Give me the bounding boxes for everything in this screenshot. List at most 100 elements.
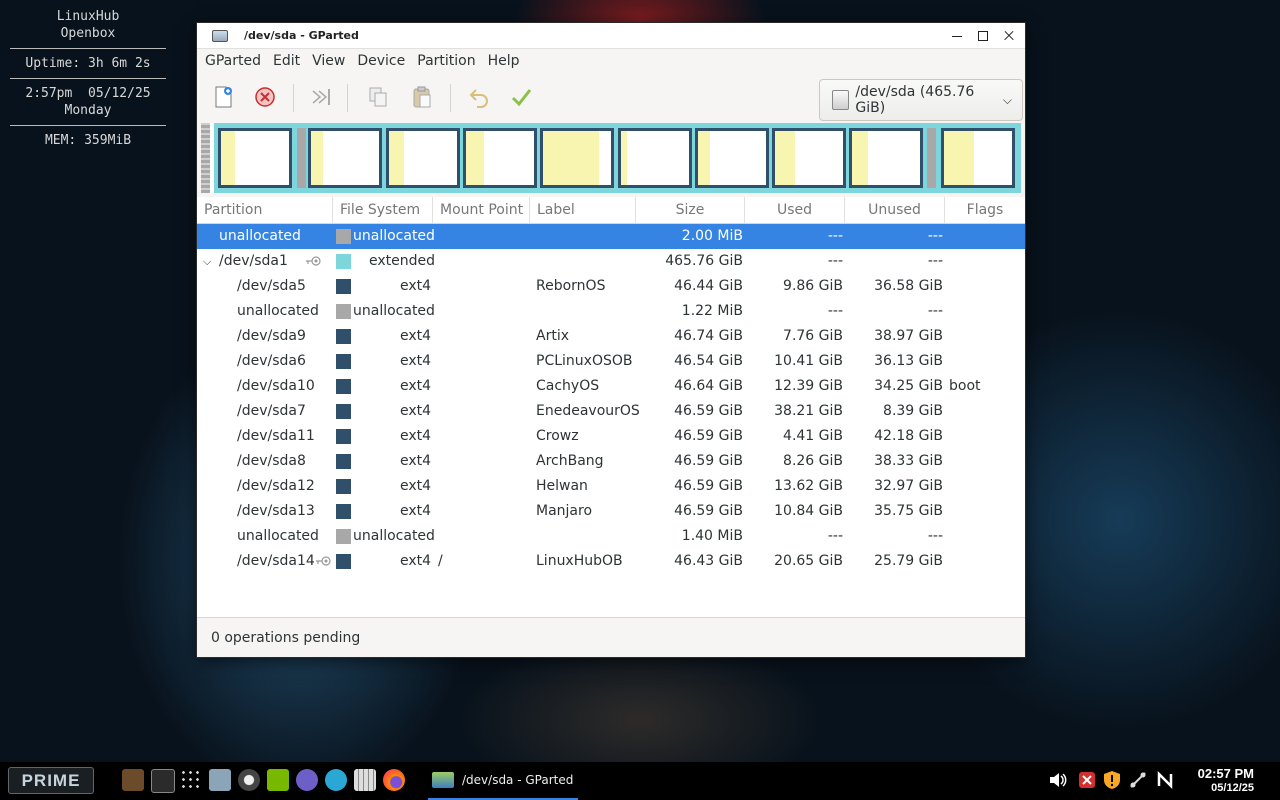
- map-unallocated[interactable]: [297, 128, 306, 188]
- col-mount-point[interactable]: Mount Point: [433, 197, 530, 223]
- map-partition[interactable]: [772, 128, 846, 188]
- disk-partition-map[interactable]: [201, 123, 1021, 193]
- delete-partition-button[interactable]: [249, 81, 281, 113]
- map-unallocated[interactable]: [201, 123, 210, 193]
- browser-icon[interactable]: [325, 769, 347, 791]
- resize-move-icon: [312, 89, 330, 105]
- table-row[interactable]: /dev/sda12 ext4 Helwan 46.59 GiB 13.62 GiB 32…: [197, 474, 1025, 499]
- expander-chevron-icon[interactable]: ⌵: [203, 249, 211, 274]
- col-size[interactable]: Size: [636, 197, 745, 223]
- map-used-fill: [944, 131, 974, 185]
- cell-used: ---: [827, 253, 843, 269]
- col-file-system[interactable]: File System: [333, 197, 433, 223]
- start-menu-button[interactable]: PRIME: [8, 767, 94, 794]
- title-bar[interactable]: /dev/sda - GParted: [197, 23, 1025, 49]
- col-label[interactable]: Label: [530, 197, 636, 223]
- menu-edit[interactable]: Edit: [267, 49, 306, 74]
- menu-view[interactable]: View: [306, 49, 351, 74]
- app-grid-icon[interactable]: [180, 769, 202, 791]
- paste-button[interactable]: [406, 81, 438, 113]
- table-row[interactable]: ⌵ /dev/sda1 extended 465.76 GiB --- ---: [197, 249, 1025, 274]
- table-row[interactable]: /dev/sda13 ext4 Manjaro 46.59 GiB 10.84 GiB 3…: [197, 499, 1025, 524]
- cell-used: 8.26 GiB: [783, 453, 843, 469]
- cell-unused: 42.18 GiB: [874, 428, 943, 444]
- nvidia-icon[interactable]: [267, 769, 289, 791]
- cell-label: Crowz: [536, 428, 579, 444]
- cell-used: 20.65 GiB: [774, 553, 843, 569]
- copy-button[interactable]: [362, 81, 394, 113]
- table-row[interactable]: /dev/sda14 ext4 / LinuxHubOB 46.43 GiB 20.65 …: [197, 549, 1025, 574]
- maximize-icon[interactable]: [977, 30, 989, 42]
- map-partition[interactable]: [849, 128, 923, 188]
- resize-move-button[interactable]: [305, 81, 337, 113]
- cell-partition: /dev/sda11: [237, 428, 315, 444]
- status-bar: 0 operations pending: [197, 617, 1025, 657]
- cell-used: 38.21 GiB: [774, 403, 843, 419]
- menu-partition[interactable]: Partition: [411, 49, 481, 74]
- table-row[interactable]: /dev/sda10 ext4 CachyOS 46.64 GiB 12.39 GiB 3…: [197, 374, 1025, 399]
- map-partition[interactable]: [218, 128, 292, 188]
- terminal-icon[interactable]: [151, 769, 175, 793]
- table-row[interactable]: /dev/sda9 ext4 Artix 46.74 GiB 7.76 GiB 38.97…: [197, 324, 1025, 349]
- col-used[interactable]: Used: [745, 197, 845, 223]
- map-partition[interactable]: [941, 128, 1015, 188]
- network-icon[interactable]: [1128, 770, 1148, 790]
- col-partition[interactable]: Partition: [197, 197, 333, 223]
- cell-used: 7.76 GiB: [783, 328, 843, 344]
- col-flags[interactable]: Flags: [945, 197, 1025, 223]
- close-icon[interactable]: [1003, 30, 1015, 42]
- map-partition[interactable]: [386, 128, 460, 188]
- cell-size: 46.59 GiB: [674, 403, 743, 419]
- fs-color-swatch: [336, 229, 351, 244]
- map-partition[interactable]: [308, 128, 382, 188]
- table-row[interactable]: unallocated unallocated 1.40 MiB --- ---: [197, 524, 1025, 549]
- cell-used: 10.84 GiB: [774, 503, 843, 519]
- close-red-icon[interactable]: [1077, 770, 1097, 790]
- file-manager-icon[interactable]: [209, 769, 231, 791]
- table-row[interactable]: unallocated unallocated 2.00 MiB --- ---: [197, 224, 1025, 249]
- menu-help[interactable]: Help: [482, 49, 526, 74]
- cell-size: 1.22 MiB: [681, 303, 743, 319]
- device-selector[interactable]: /dev/sda (465.76 GiB) ⌵: [819, 79, 1023, 121]
- calculator-icon[interactable]: [354, 769, 376, 791]
- table-row[interactable]: /dev/sda8 ext4 ArchBang 46.59 GiB 8.26 GiB 38…: [197, 449, 1025, 474]
- undo-button[interactable]: [463, 81, 495, 113]
- taskbar-clock[interactable]: 02:57 PM 05/12/25: [1198, 766, 1254, 795]
- map-used-fill: [852, 131, 868, 185]
- disk-utility-icon[interactable]: [238, 769, 260, 791]
- minimize-icon[interactable]: [951, 30, 963, 42]
- conky-hostname: LinuxHub: [56, 9, 120, 24]
- new-partition-button[interactable]: [207, 81, 239, 113]
- system-monitor-icon[interactable]: [122, 769, 144, 791]
- cell-size: 1.40 MiB: [681, 528, 743, 544]
- col-unused[interactable]: Unused: [845, 197, 945, 223]
- cell-partition: /dev/sda6: [237, 353, 306, 369]
- cell-file-system: ext4: [400, 503, 432, 519]
- conky-divider: [10, 78, 166, 79]
- map-partition[interactable]: [618, 128, 692, 188]
- n-icon[interactable]: [1155, 770, 1175, 790]
- map-partition[interactable]: [540, 128, 614, 188]
- menu-device[interactable]: Device: [351, 49, 411, 74]
- map-partition[interactable]: [463, 128, 537, 188]
- map-extended-partition[interactable]: [214, 123, 1021, 193]
- menu-gparted[interactable]: GParted: [199, 49, 267, 74]
- table-row[interactable]: /dev/sda11 ext4 Crowz 46.59 GiB 4.41 GiB 42.1…: [197, 424, 1025, 449]
- table-row[interactable]: /dev/sda7 ext4 EnedeavourOS 46.59 GiB 38.21 …: [197, 399, 1025, 424]
- table-row[interactable]: /dev/sda5 ext4 RebornOS 46.44 GiB 9.86 GiB 36…: [197, 274, 1025, 299]
- taskbar-task-gparted[interactable]: /dev/sda - GParted: [428, 762, 578, 800]
- map-used-fill: [698, 131, 711, 185]
- warning-shield-icon[interactable]: [1102, 770, 1122, 790]
- cell-file-system: ext4: [400, 478, 432, 494]
- map-used-fill: [221, 131, 236, 185]
- updater-icon[interactable]: [296, 769, 318, 791]
- firefox-icon[interactable]: [383, 769, 405, 791]
- map-unallocated[interactable]: [927, 128, 936, 188]
- table-row[interactable]: unallocated unallocated 1.22 MiB --- ---: [197, 299, 1025, 324]
- apply-button[interactable]: [505, 81, 537, 113]
- cell-label: Manjaro: [536, 503, 593, 519]
- cell-unused: 36.13 GiB: [874, 353, 943, 369]
- volume-icon[interactable]: [1048, 770, 1068, 790]
- map-partition[interactable]: [695, 128, 769, 188]
- table-row[interactable]: /dev/sda6 ext4 PCLinuxOSOB 46.54 GiB 10.41 G…: [197, 349, 1025, 374]
